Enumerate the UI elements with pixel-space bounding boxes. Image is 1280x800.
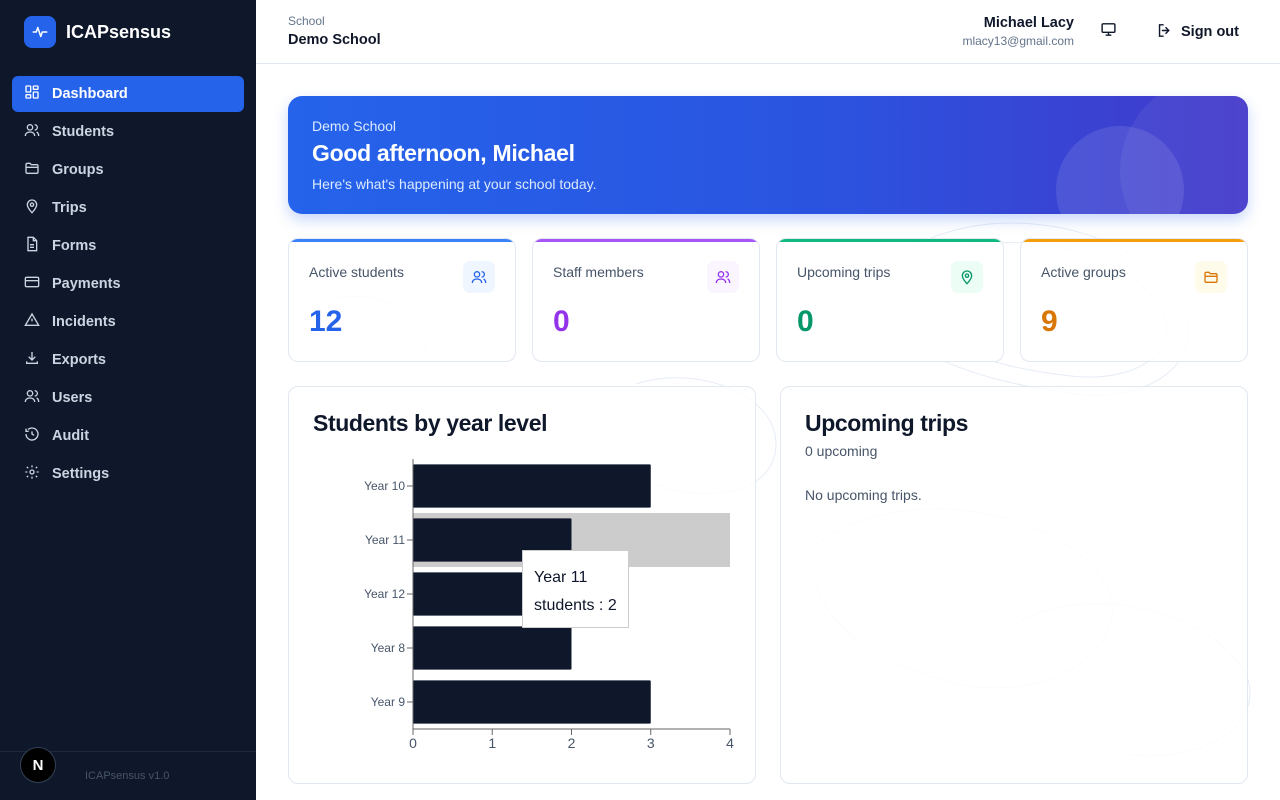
user-email: mlacy13@gmail.com xyxy=(962,34,1074,48)
sidebar-item-label: Users xyxy=(52,390,93,406)
upcoming-count: 0 upcoming xyxy=(805,443,878,459)
stat-card-staff-members[interactable]: Staff members 0 xyxy=(532,238,760,362)
sidebar-item-students[interactable]: Students xyxy=(12,114,244,150)
stat-value: 0 xyxy=(553,305,570,338)
theme-toggle-button[interactable] xyxy=(1098,22,1118,42)
users-icon xyxy=(24,122,40,142)
stat-card-active-students[interactable]: Active students 12 xyxy=(288,238,516,362)
stat-value: 9 xyxy=(1041,305,1058,338)
tooltip-title: Year 11 xyxy=(534,569,588,586)
dashboard-icon xyxy=(24,84,40,104)
map-pin-icon xyxy=(951,261,983,293)
sidebar-item-label: Students xyxy=(52,124,115,140)
history-icon xyxy=(24,426,40,446)
stat-value: 0 xyxy=(797,305,814,338)
alert-triangle-icon xyxy=(24,312,40,332)
panel-title: Students by year level xyxy=(313,410,548,436)
brand[interactable]: ICAPsensus xyxy=(24,16,171,48)
stat-card-upcoming-trips[interactable]: Upcoming trips 0 xyxy=(776,238,1004,362)
download-icon xyxy=(24,350,40,370)
banner-subtitle: Here's what's happening at your school t… xyxy=(312,176,597,192)
stat-accent-bar xyxy=(777,239,1003,242)
gear-icon xyxy=(24,464,40,484)
school-label: School xyxy=(288,14,325,28)
folder-icon xyxy=(24,160,40,180)
users-icon xyxy=(463,261,495,293)
users-icon xyxy=(24,388,40,408)
stat-accent-bar xyxy=(289,239,515,242)
sidebar-item-label: Payments xyxy=(52,276,121,292)
user-name: Michael Lacy xyxy=(983,15,1074,31)
upcoming-trips-panel: Upcoming trips 0 upcoming No upcoming tr… xyxy=(780,386,1248,784)
log-out-icon xyxy=(1156,22,1173,43)
welcome-banner: Demo School Good afternoon, Michael Here… xyxy=(288,96,1248,214)
file-text-icon xyxy=(24,236,40,256)
sidebar-item-label: Settings xyxy=(52,466,110,482)
school-name: Demo School xyxy=(288,32,381,48)
sidebar-nav: Dashboard Students Groups Trips Forms Pa… xyxy=(12,76,244,494)
credit-card-icon xyxy=(24,274,40,294)
map-pin-icon xyxy=(24,198,40,218)
sidebar-item-incidents[interactable]: Incidents xyxy=(12,304,244,340)
sidebar-item-dashboard[interactable]: Dashboard xyxy=(12,76,244,112)
activity-icon xyxy=(24,16,56,48)
sidebar-item-exports[interactable]: Exports xyxy=(12,342,244,378)
sign-out-button[interactable]: Sign out xyxy=(1156,20,1239,44)
sidebar-item-label: Dashboard xyxy=(52,86,128,102)
monitor-icon xyxy=(1100,21,1117,43)
stat-label: Staff members xyxy=(553,264,644,280)
sidebar-item-forms[interactable]: Forms xyxy=(12,228,244,264)
sign-out-label: Sign out xyxy=(1181,24,1239,40)
sidebar: ICAPsensus Dashboard Students Groups Tri… xyxy=(0,0,256,800)
user-info: Michael Lacy mlacy13@gmail.com xyxy=(962,15,1074,48)
sidebar-item-trips[interactable]: Trips xyxy=(12,190,244,226)
banner-school: Demo School xyxy=(312,118,397,134)
stat-label: Active groups xyxy=(1041,264,1126,280)
stat-accent-bar xyxy=(533,239,759,242)
sidebar-item-label: Audit xyxy=(52,428,90,444)
sidebar-item-label: Trips xyxy=(52,200,87,216)
sidebar-footer: N ICAPsensus v1.0 xyxy=(0,747,256,800)
sidebar-item-payments[interactable]: Payments xyxy=(12,266,244,302)
tooltip-value: students : 2 xyxy=(534,597,617,614)
sidebar-item-users[interactable]: Users xyxy=(12,380,244,416)
folder-icon xyxy=(1195,261,1227,293)
stat-label: Upcoming trips xyxy=(797,264,891,280)
users-icon xyxy=(707,261,739,293)
panel-title: Upcoming trips xyxy=(805,410,969,436)
stat-label: Active students xyxy=(309,264,404,280)
sidebar-item-groups[interactable]: Groups xyxy=(12,152,244,188)
banner-greeting: Good afternoon, Michael xyxy=(312,140,575,166)
sidebar-item-label: Groups xyxy=(52,162,104,178)
sidebar-item-audit[interactable]: Audit xyxy=(12,418,244,454)
next-logo-icon[interactable]: N xyxy=(20,747,56,783)
brand-name: ICAPsensus xyxy=(66,21,172,42)
sidebar-item-label: Exports xyxy=(52,352,106,368)
stat-value: 12 xyxy=(309,305,343,338)
sidebar-item-label: Incidents xyxy=(52,314,116,330)
chart-tooltip: Year 11 students : 2 xyxy=(522,550,629,628)
version-label: ICAPsensus v1.0 xyxy=(85,770,170,782)
sidebar-item-settings[interactable]: Settings xyxy=(12,456,244,492)
stat-accent-bar xyxy=(1021,239,1247,242)
stat-card-active-groups[interactable]: Active groups 9 xyxy=(1020,238,1248,362)
sidebar-item-label: Forms xyxy=(52,238,97,254)
top-header: School Demo School Michael Lacy mlacy13@… xyxy=(256,0,1280,64)
empty-state: No upcoming trips. xyxy=(805,487,922,503)
